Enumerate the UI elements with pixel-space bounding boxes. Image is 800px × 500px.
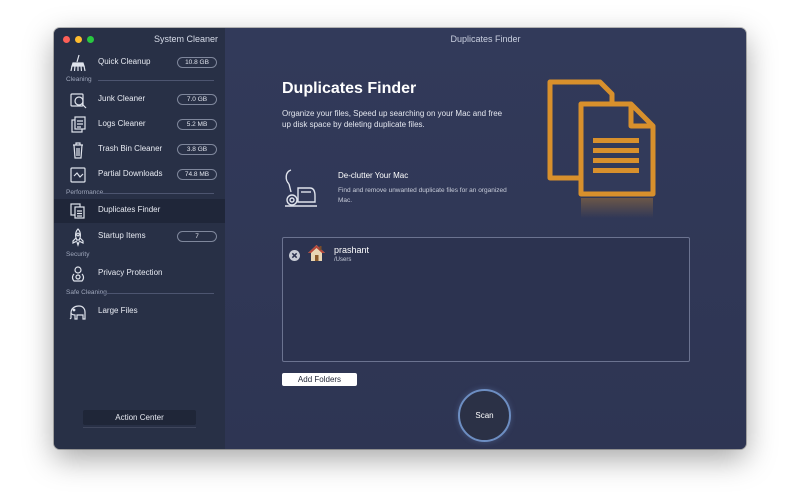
junk-search-icon <box>68 90 88 110</box>
size-badge: 3.8 GB <box>177 144 217 155</box>
minimize-window-button[interactable] <box>75 36 82 43</box>
scan-button[interactable]: Scan <box>458 389 511 442</box>
partial-download-icon <box>68 165 88 185</box>
vacuum-cleaner-icon <box>283 168 319 208</box>
close-window-button[interactable] <box>63 36 70 43</box>
section-divider <box>98 80 214 81</box>
broom-icon <box>68 53 88 73</box>
folder-name: prashant <box>334 245 370 255</box>
duplicate-documents-icon <box>543 76 663 226</box>
app-window: System Cleaner Quick Cleanup 10.8 GB Cle… <box>54 28 746 449</box>
feature-title: De-clutter Your Mac <box>338 171 409 180</box>
sidebar: System Cleaner Quick Cleanup 10.8 GB Cle… <box>54 28 225 449</box>
size-badge: 74.8 MB <box>177 169 217 180</box>
action-center-button[interactable]: Action Center <box>83 410 196 425</box>
elephant-icon <box>68 302 88 322</box>
sidebar-item-trash-bin-cleaner[interactable]: Trash Bin Cleaner 3.8 GB <box>54 138 225 162</box>
sidebar-item-label: Logs Cleaner <box>98 119 146 128</box>
sidebar-item-label: Partial Downloads <box>98 169 163 178</box>
sidebar-item-logs-cleaner[interactable]: Logs Cleaner 5.2 MB <box>54 113 225 137</box>
sidebar-item-label: Startup Items <box>98 231 146 240</box>
rocket-icon <box>68 227 88 247</box>
action-center-divider <box>83 427 196 428</box>
zoom-window-button[interactable] <box>87 36 94 43</box>
sidebar-app-title: System Cleaner <box>154 34 219 44</box>
sidebar-item-label: Duplicates Finder <box>98 205 161 214</box>
feature-description: Find and remove unwanted duplicate files… <box>338 187 507 204</box>
page-title: Duplicates Finder <box>282 80 417 97</box>
privacy-icon <box>68 264 88 284</box>
sidebar-item-large-files[interactable]: Large Files <box>54 300 225 324</box>
add-folders-button[interactable]: Add Folders <box>282 373 357 386</box>
size-badge: 5.2 MB <box>177 119 217 130</box>
sidebar-item-label: Quick Cleanup <box>98 57 151 66</box>
folder-path: /Users <box>334 257 352 263</box>
duplicates-icon <box>68 201 88 221</box>
remove-folder-icon[interactable] <box>289 248 300 261</box>
folder-list[interactable]: prashant /Users <box>282 237 690 362</box>
size-badge: 10.8 GB <box>177 57 217 68</box>
sidebar-item-label: Privacy Protection <box>98 268 163 277</box>
size-badge: 7.0 GB <box>177 94 217 105</box>
sidebar-item-privacy-protection[interactable]: Privacy Protection <box>54 262 225 286</box>
logs-icon <box>68 115 88 135</box>
sidebar-item-quick-cleanup[interactable]: Quick Cleanup 10.8 GB <box>54 51 225 75</box>
home-folder-icon <box>307 244 326 262</box>
section-label-security: Security <box>66 251 90 258</box>
sidebar-item-partial-downloads[interactable]: Partial Downloads 74.8 MB <box>54 163 225 187</box>
sidebar-item-startup-items[interactable]: Startup Items 7 <box>54 225 225 249</box>
count-badge: 7 <box>177 231 217 242</box>
window-title: Duplicates Finder <box>450 34 521 44</box>
sidebar-item-junk-cleaner[interactable]: Junk Cleaner 7.0 GB <box>54 88 225 112</box>
sidebar-item-duplicates-finder[interactable]: Duplicates Finder <box>54 199 225 223</box>
trash-icon <box>68 140 88 160</box>
sidebar-item-label: Large Files <box>98 306 138 315</box>
section-label-cleaning: Cleaning <box>66 76 92 83</box>
section-divider <box>98 293 214 294</box>
sidebar-item-label: Trash Bin Cleaner <box>98 144 163 153</box>
page-subtitle: Organize your files, Speed up searching … <box>282 109 503 129</box>
sidebar-item-label: Junk Cleaner <box>98 94 146 103</box>
main-panel: Duplicates Finder Duplicates Finder Orga… <box>225 28 746 449</box>
section-divider <box>98 193 214 194</box>
